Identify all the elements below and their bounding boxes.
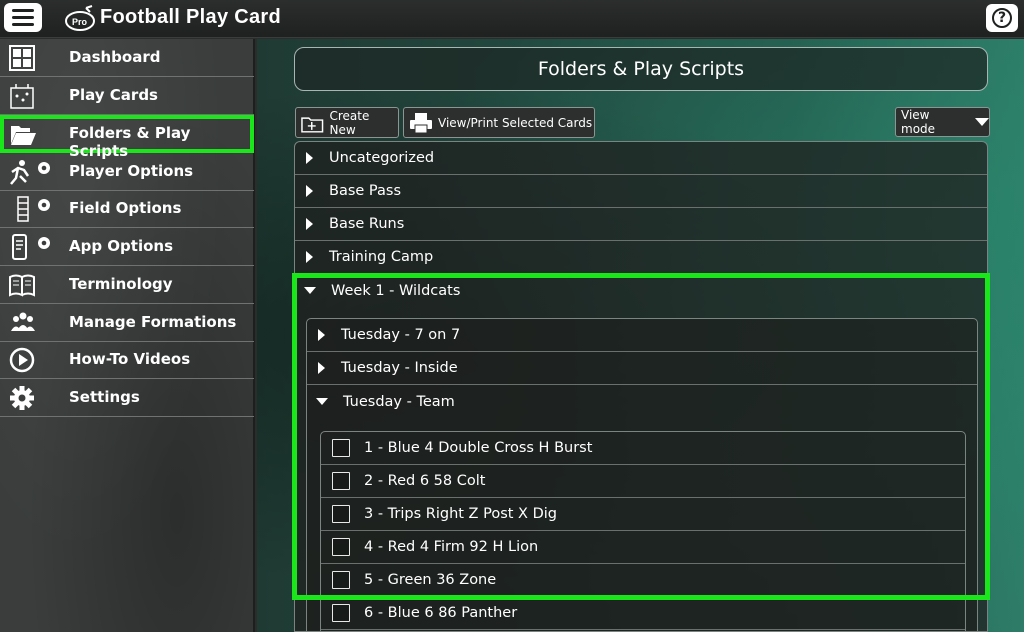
sidebar-item-label: Terminology: [69, 275, 173, 293]
folder-row-base-runs[interactable]: Base Runs: [295, 208, 987, 241]
play-card-diagram-icon: [10, 84, 34, 109]
expand-arrow-icon: [306, 218, 313, 230]
play-circle-icon: [9, 347, 35, 373]
view-mode-dropdown[interactable]: View mode: [895, 107, 990, 137]
play-checkbox[interactable]: [332, 538, 350, 556]
folder-list: Uncategorized Base Pass Base Runs Traini…: [294, 141, 988, 632]
gear-icon: [10, 386, 34, 410]
play-row[interactable]: 6 - Blue 6 86 Panther: [321, 597, 965, 630]
play-checkbox[interactable]: [332, 604, 350, 622]
play-checkbox[interactable]: [332, 472, 350, 490]
play-row[interactable]: 1 - Blue 4 Double Cross H Burst: [321, 432, 965, 465]
sidebar-item-field-options[interactable]: Field Options: [0, 190, 254, 228]
expand-arrow-icon: [306, 185, 313, 197]
play-label: 4 - Red 4 Firm 92 H Lion: [364, 539, 539, 555]
create-new-button[interactable]: Create New: [295, 107, 399, 138]
open-folder-icon: [11, 126, 36, 145]
chevron-down-icon: [975, 118, 989, 126]
hamburger-menu-icon[interactable]: [4, 3, 42, 32]
play-label: 6 - Blue 6 86 Panther: [364, 605, 518, 621]
open-book-icon: [9, 274, 35, 297]
play-label: 3 - Trips Right Z Post X Dig: [364, 506, 557, 522]
app-logo: Pro: [65, 5, 95, 31]
play-row[interactable]: 3 - Trips Right Z Post X Dig: [321, 498, 965, 531]
sidebar-item-label: Player Options: [69, 162, 194, 180]
subfolder-row-tuesday-inside[interactable]: Tuesday - Inside: [307, 352, 977, 385]
expand-arrow-icon: [318, 329, 325, 341]
view-print-label: View/Print Selected Cards: [438, 115, 593, 130]
expand-arrow-icon: [306, 152, 313, 164]
expand-arrow-icon: [306, 251, 313, 263]
sidebar-item-folders-play-scripts[interactable]: Folders & Play Scripts: [0, 115, 254, 160]
play-checkbox[interactable]: [332, 439, 350, 457]
subfolder-row-tuesday-team[interactable]: Tuesday - Team: [307, 385, 977, 418]
play-checkbox[interactable]: [332, 505, 350, 523]
phone-gear-icon: [12, 234, 50, 260]
subfolder-label: Tuesday - 7 on 7: [341, 327, 461, 343]
folder-row-week-1-wildcats[interactable]: Week 1 - Wildcats: [295, 274, 987, 307]
view-print-selected-button[interactable]: View/Print Selected Cards: [403, 107, 595, 138]
printer-icon: [410, 112, 432, 133]
play-row[interactable]: 2 - Red 6 58 Colt: [321, 465, 965, 498]
app-title: Football Play Card: [100, 6, 281, 28]
subfolder-label: Tuesday - Team: [343, 393, 455, 410]
view-mode-label: View mode: [901, 108, 936, 136]
field-gear-icon: [17, 196, 50, 222]
running-player-gear-icon: [10, 160, 50, 185]
subfolder-row-tuesday-7-on-7[interactable]: Tuesday - 7 on 7: [307, 319, 977, 352]
sidebar-item-play-cards[interactable]: Play Cards: [0, 77, 254, 115]
play-label: 2 - Red 6 58 Colt: [364, 473, 486, 489]
play-list: 1 - Blue 4 Double Cross H Burst 2 - Red …: [320, 431, 966, 631]
create-new-label: Create New: [329, 108, 370, 137]
grid-dashboard-icon: [9, 45, 35, 71]
play-label: 5 - Green 36 Zone: [364, 572, 497, 588]
sidebar-item-label: Dashboard: [69, 48, 161, 66]
folder-row-uncategorized[interactable]: Uncategorized: [295, 142, 987, 175]
sidebar: Dashboard Play Cards Folders & Play Scri…: [0, 39, 255, 632]
top-bar: Pro Football Play Card ?: [0, 0, 1024, 38]
page-title: Folders & Play Scripts: [294, 47, 988, 91]
sidebar-item-terminology[interactable]: Terminology: [0, 266, 254, 304]
expand-arrow-icon: [318, 362, 325, 374]
folder-label: Base Runs: [329, 216, 405, 232]
sidebar-item-label: App Options: [69, 237, 174, 255]
help-question-icon[interactable]: ?: [986, 4, 1018, 32]
play-label: 1 - Blue 4 Double Cross H Burst: [364, 440, 593, 456]
folder-label: Uncategorized: [329, 150, 435, 166]
main-content: Folders & Play Scripts Create New View/P…: [257, 39, 1024, 632]
folder-label: Week 1 - Wildcats: [331, 282, 461, 299]
sidebar-item-label: Settings: [69, 388, 140, 406]
sidebar-item-dashboard[interactable]: Dashboard: [0, 39, 254, 77]
sidebar-item-label: Manage Formations: [69, 313, 237, 331]
svg-text:Pro: Pro: [72, 17, 88, 27]
play-row[interactable]: 5 - Green 36 Zone: [321, 564, 965, 597]
collapse-arrow-icon: [316, 398, 328, 405]
new-folder-icon: [301, 116, 324, 133]
sidebar-item-label: How-To Videos: [69, 350, 191, 368]
sidebar-item-label: Play Cards: [69, 86, 158, 104]
folder-label: Base Pass: [329, 183, 402, 199]
collapse-arrow-icon: [304, 287, 316, 294]
sidebar-item-app-options[interactable]: App Options: [0, 228, 254, 266]
folder-row-base-pass[interactable]: Base Pass: [295, 175, 987, 208]
sidebar-item-label: Field Options: [69, 199, 182, 217]
sidebar-item-how-to-videos[interactable]: How-To Videos: [0, 341, 254, 379]
sidebar-item-manage-formations[interactable]: Manage Formations: [0, 304, 254, 342]
folder-label: Training Camp: [329, 249, 434, 265]
group-people-icon: [11, 312, 35, 331]
sidebar-item-settings[interactable]: Settings: [0, 379, 254, 417]
play-row[interactable]: 4 - Red 4 Firm 92 H Lion: [321, 531, 965, 564]
subfolder-list: Tuesday - 7 on 7 Tuesday - Inside Tuesda…: [306, 318, 978, 631]
sidebar-item-player-options[interactable]: Player Options: [0, 153, 254, 191]
play-checkbox[interactable]: [332, 571, 350, 589]
subfolder-label: Tuesday - Inside: [341, 360, 458, 376]
folder-row-training-camp[interactable]: Training Camp: [295, 241, 987, 274]
